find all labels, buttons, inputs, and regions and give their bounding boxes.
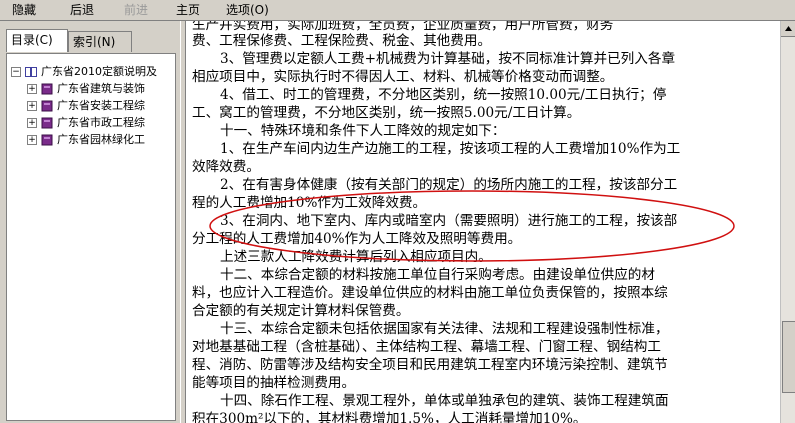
- open-book-icon: [25, 67, 37, 77]
- content-pane: 生产井实费用，实际加班费，全员费，企业质量费，用户所管费，财务 费、工程保修费、…: [186, 21, 780, 423]
- back-button[interactable]: 后退: [70, 3, 94, 17]
- text-line: 分工程的人工费增加40%作为人工降效及照明等费用。: [192, 231, 522, 247]
- text-line: 2、在有害身体健康（按有关部门的规定）的场所内施工的工程，按该部分工: [220, 177, 678, 193]
- book-icon: [41, 83, 53, 95]
- nav-tabs: 目录(C) 索引(N): [6, 29, 176, 53]
- text-line: 积在300m²以下的，其材料费增加1.5%，人工消耗量增加10%。: [192, 411, 587, 423]
- tab-index[interactable]: 索引(N): [68, 31, 132, 52]
- text-line: 能等项目的抽样检测费用。: [192, 375, 356, 391]
- toolbar: 隐藏 后退 前进 主页 选项(O): [0, 0, 795, 21]
- text-line: 效降效费。: [192, 159, 260, 175]
- text-line: 对地基基础工程（含桩基础）、主体结构工程、幕墙工程、门窗工程、钢结构工: [192, 339, 661, 355]
- text-line: 十一、特殊环境和条件下人工降效的规定如下：: [220, 123, 506, 139]
- forward-button: 前进: [124, 3, 149, 17]
- tree-item-label: 广东省市政工程综: [57, 116, 145, 129]
- text-line: 程的人工费增加10%作为工效降效费。: [192, 195, 427, 211]
- expand-icon[interactable]: +: [27, 118, 37, 128]
- book-icon: [41, 117, 53, 129]
- text-line: 十四、除石作工程、景观工程外，单体或单独承包的建筑、装饰工程建筑面: [220, 393, 669, 409]
- tree-item-label: 广东省建筑与装饰: [57, 82, 145, 95]
- book-icon: [41, 100, 53, 112]
- scroll-thumb[interactable]: [782, 321, 795, 393]
- text-line: 上述三款人工降效费计算后列入相应项目内。: [220, 249, 492, 265]
- text-line: 料，也应计入工程造价。建设单位供应的材料由施工单位负责保管的，按照本综: [192, 285, 668, 301]
- expand-icon[interactable]: +: [27, 101, 37, 111]
- collapse-icon[interactable]: −: [11, 67, 21, 77]
- options-menu[interactable]: 选项(O): [226, 3, 269, 17]
- tree-root-label: 广东省2010定额说明及: [41, 65, 157, 78]
- scroll-up-arrow-icon[interactable]: [781, 21, 795, 37]
- tab-contents[interactable]: 目录(C): [6, 29, 68, 52]
- navigation-pane: 目录(C) 索引(N) − 广东省2010定额说明及 + 广东省建筑与装饰 +: [0, 21, 180, 423]
- text-line: 1、在生产车间内边生产边施工的工程，按该项工程的人工费增加10%作为工: [220, 141, 681, 157]
- contents-tree: − 广东省2010定额说明及 + 广东省建筑与装饰 + 广东省安装工程综 + 广…: [6, 53, 176, 421]
- text-line: 程、消防、防雷等涉及结构安全项目和民用建筑工程室内环境污染控制、建筑节: [192, 357, 668, 373]
- text-line: 合定额的有关规定计算材料保管费。: [192, 303, 410, 319]
- book-icon: [41, 134, 53, 146]
- text-line: 3、管理费以定额人工费+机械费为计算基础，按不同标准计算并已列入各章: [220, 51, 676, 67]
- vertical-scrollbar[interactable]: [780, 21, 795, 423]
- hide-button[interactable]: 隐藏: [12, 3, 36, 17]
- home-button[interactable]: 主页: [176, 3, 200, 17]
- text-line: 3、在洞内、地下室内、库内或暗室内（需要照明）进行施工的工程，按该部: [220, 213, 678, 229]
- text-line: 十三、本综合定额未包括依据国家有关法律、法规和工程建设强制性标准，: [220, 321, 669, 337]
- text-line: 十二、本综合定额的材料按施工单位自行采购考虑。由建设单位供应的材: [220, 267, 655, 283]
- expand-icon[interactable]: +: [27, 135, 37, 145]
- text-line: 相应项目中，实际执行时不得因人工、材料、机械等价格变动而调整。: [192, 69, 614, 85]
- text-line: 费、工程保修费、工程保险费、税金、其他费用。: [192, 33, 492, 49]
- text-line: 4、借工、时工的管理费，不分地区类别，统一按照10.00元/工日执行；停: [220, 87, 667, 103]
- tree-item-label: 广东省安装工程综: [57, 99, 145, 112]
- expand-icon[interactable]: +: [27, 84, 37, 94]
- tree-item-label: 广东省园林绿化工: [57, 133, 145, 146]
- text-line: 工、窝工的管理费，不分地区类别，统一按照5.00元/工日计算。: [192, 105, 581, 121]
